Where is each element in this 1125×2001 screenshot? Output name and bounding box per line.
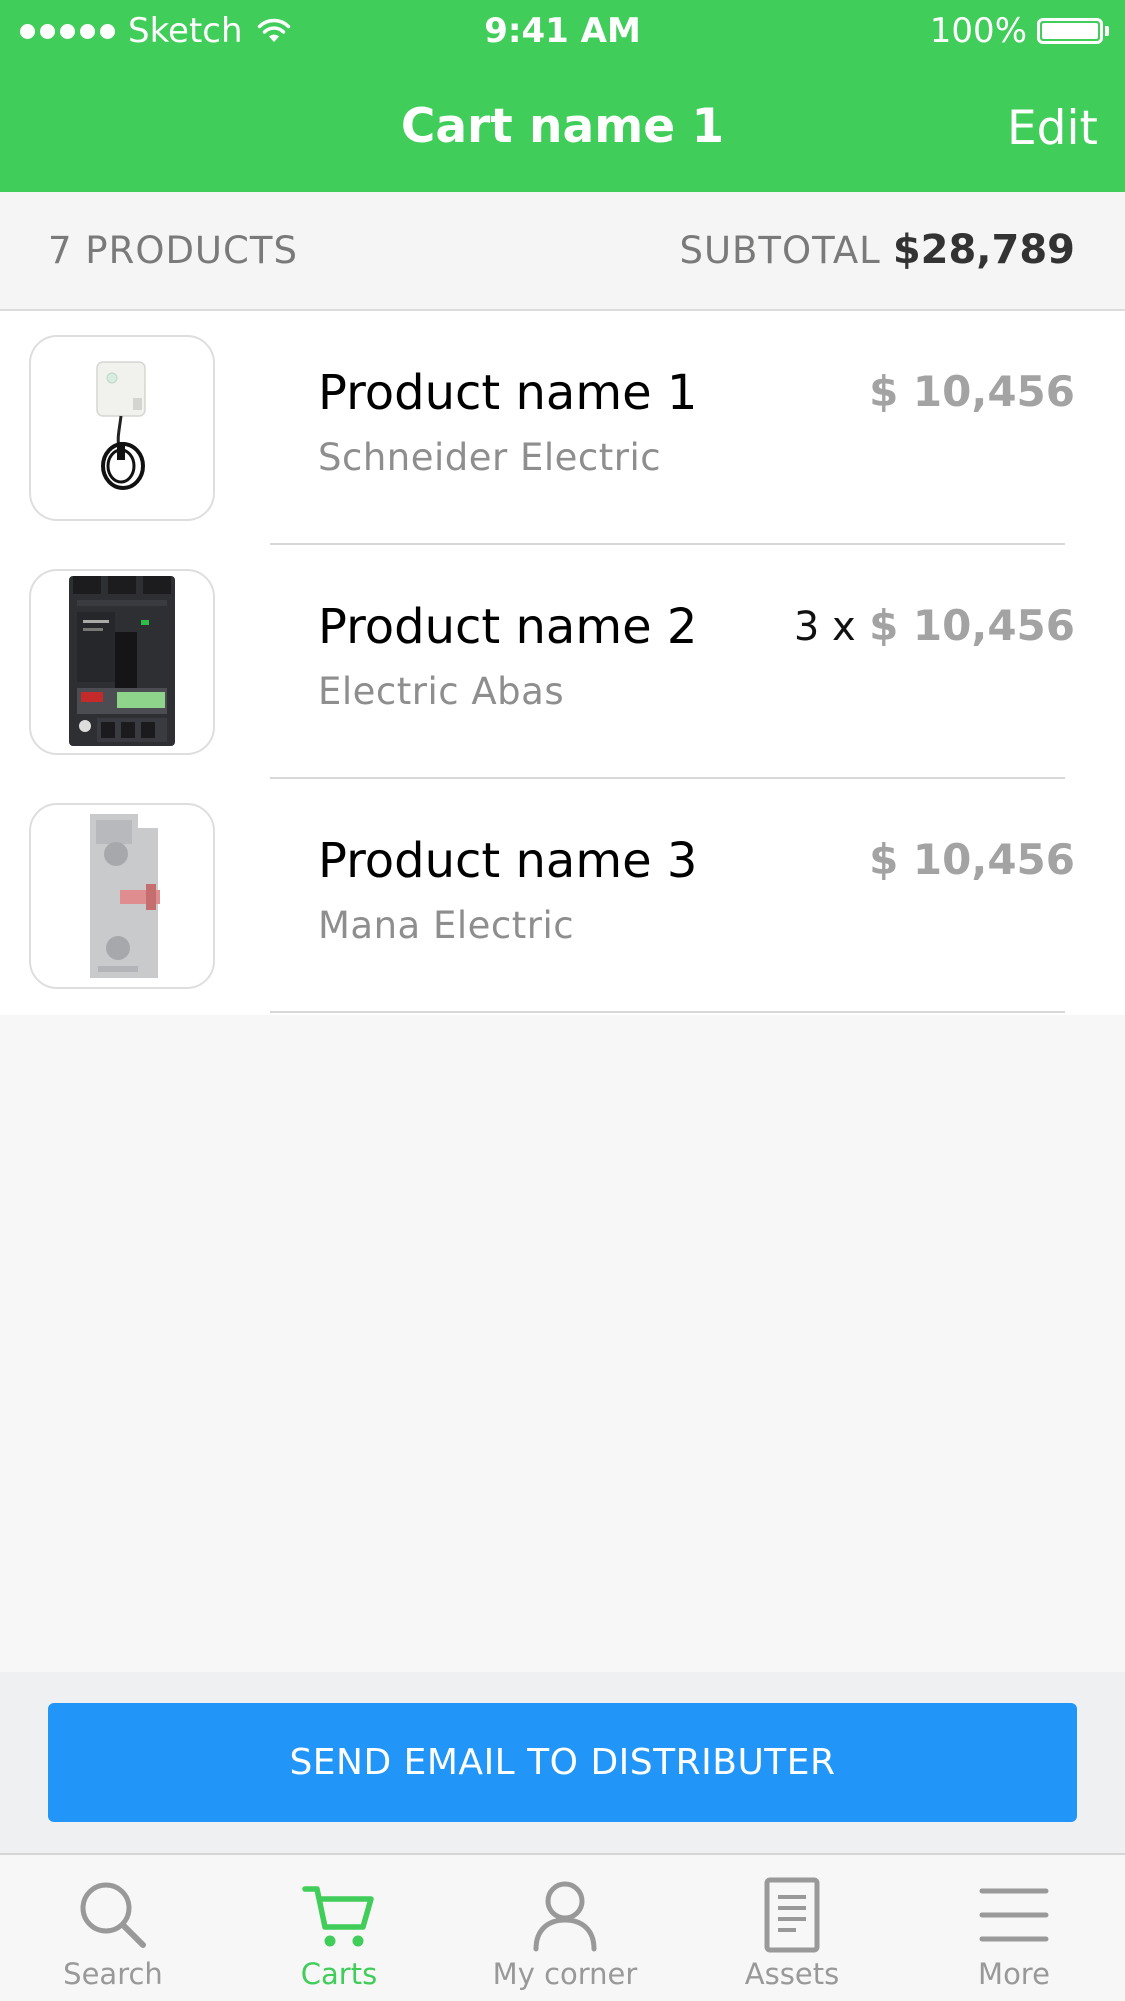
subtotal: SUBTOTAL $28,789 [679, 192, 1075, 309]
page-title: Cart name 1 [400, 99, 725, 154]
battery-icon [1037, 18, 1103, 44]
product-price: 3 x $ 10,456 [794, 601, 1075, 650]
wall-charger-icon [96, 361, 146, 490]
battery-percent: 100% [929, 11, 1027, 51]
person-icon [533, 1881, 597, 1952]
row-divider [270, 1011, 1065, 1013]
tab-label: Carts [300, 1957, 378, 1991]
product-row[interactable]: Product name 2 Electric Abas 3 x $ 10,45… [0, 545, 1125, 779]
product-quantity: 3 x [793, 604, 856, 650]
product-name: Product name 1 [318, 365, 698, 421]
product-brand: Mana Electric [318, 904, 575, 947]
document-icon [764, 1877, 820, 1953]
product-count: 7 PRODUCTS [48, 229, 298, 272]
circuit-breaker-icon [69, 576, 175, 746]
cart-icon [302, 1886, 374, 1947]
status-bar: Sketch 9:41 AM 100% [0, 0, 1125, 62]
product-price: $ 10,456 [869, 835, 1075, 884]
tab-assets[interactable]: Assets [692, 1855, 892, 2001]
tab-carts[interactable]: Carts [239, 1855, 439, 2001]
tab-label: Assets [744, 1957, 840, 1991]
price-value: $ 10,456 [869, 601, 1075, 650]
tab-search[interactable]: Search [13, 1855, 213, 2001]
product-list: Product name 1 Schneider Electric $ 10,4… [0, 311, 1125, 1015]
subtotal-label: SUBTOTAL [679, 229, 881, 272]
battery-status: 100% [930, 8, 1109, 54]
cart-summary: 7 PRODUCTS SUBTOTAL $28,789 [0, 192, 1125, 311]
subtotal-value: $28,789 [892, 227, 1075, 273]
navigation-header: Sketch 9:41 AM 100% Cart name 1 Edit [0, 0, 1125, 192]
tab-bar: Search Carts My corner Assets More [0, 1853, 1125, 2001]
product-name: Product name 3 [318, 833, 698, 889]
product-name: Product name 2 [318, 599, 698, 655]
edit-button[interactable]: Edit [1007, 94, 1098, 164]
search-icon [80, 1882, 146, 1948]
product-price: $ 10,456 [869, 367, 1075, 416]
action-area: SEND EMAIL TO DISTRIBUTER [0, 1672, 1125, 1853]
tab-my-corner[interactable]: My corner [465, 1855, 665, 2001]
product-brand: Electric Abas [318, 670, 565, 713]
contact-block-icon [90, 814, 160, 978]
tab-label: More [978, 1957, 1050, 1991]
price-value: $ 10,456 [869, 367, 1075, 416]
tab-more[interactable]: More [914, 1855, 1114, 2001]
menu-icon [979, 1888, 1049, 1942]
product-row[interactable]: Product name 3 Mana Electric $ 10,456 [0, 779, 1125, 1013]
product-thumbnail [29, 335, 215, 521]
price-value: $ 10,456 [869, 835, 1075, 884]
product-brand: Schneider Electric [318, 436, 662, 479]
tab-label: Search [63, 1957, 163, 1991]
tab-label: My corner [492, 1957, 638, 1991]
product-thumbnail [29, 569, 215, 755]
product-row[interactable]: Product name 1 Schneider Electric $ 10,4… [0, 311, 1125, 545]
send-email-button[interactable]: SEND EMAIL TO DISTRIBUTER [48, 1703, 1077, 1822]
product-thumbnail [29, 803, 215, 989]
battery-tip [1105, 26, 1109, 36]
